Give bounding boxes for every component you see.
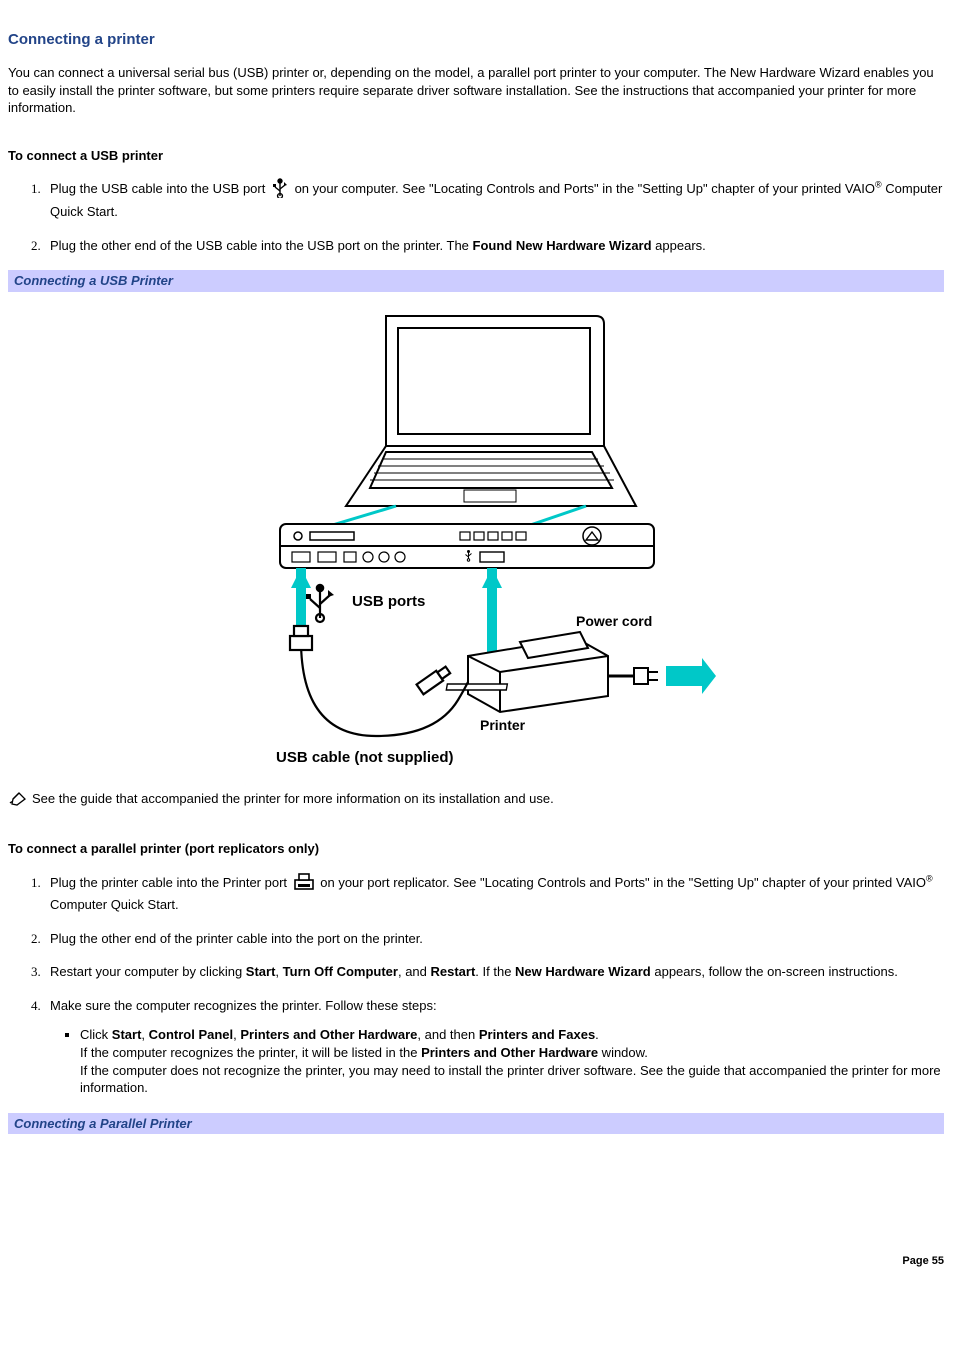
callout-usb-printer: Connecting a USB Printer — [8, 270, 944, 292]
step-text: , — [275, 964, 282, 979]
step-text: Restart your computer by clicking — [50, 964, 246, 979]
bold: Restart — [431, 964, 476, 979]
step-text: on your port replicator. See "Locating C… — [317, 875, 926, 890]
printer-port-icon — [293, 872, 315, 897]
usb-printer-figure: USB ports Power cord Printer — [8, 306, 944, 766]
usb-steps-list: Plug the USB cable into the USB port on … — [36, 178, 944, 254]
usb-subheading: To connect a USB printer — [8, 147, 944, 165]
t: Click — [80, 1027, 112, 1042]
step-text: , and — [398, 964, 431, 979]
callout-parallel-printer: Connecting a Parallel Printer — [8, 1113, 944, 1135]
bold: Control Panel — [149, 1027, 234, 1042]
bold: Printers and Other Hardware — [421, 1045, 598, 1060]
t: . — [595, 1027, 599, 1042]
parallel-step-3: Restart your computer by clicking Start,… — [44, 963, 944, 981]
fig-label-usb-ports: USB ports — [352, 593, 425, 610]
parallel-substep-1: Click Start, Control Panel, Printers and… — [80, 1026, 944, 1096]
bold: New Hardware Wizard — [515, 964, 651, 979]
parallel-substeps: Click Start, Control Panel, Printers and… — [80, 1026, 944, 1096]
parallel-step-2: Plug the other end of the printer cable … — [44, 930, 944, 948]
t: , — [141, 1027, 148, 1042]
step-text: Computer Quick Start. — [50, 897, 179, 912]
note-text: See the guide that accompanied the print… — [32, 791, 554, 806]
bold: Printers and Other Hardware — [240, 1027, 417, 1042]
bold: Turn Off Computer — [283, 964, 398, 979]
parallel-subheading: To connect a parallel printer (port repl… — [8, 840, 944, 858]
note-line: See the guide that accompanied the print… — [8, 790, 944, 811]
note-pencil-icon — [8, 790, 28, 811]
fig-label-printer: Printer — [480, 717, 526, 733]
t: , and then — [417, 1027, 478, 1042]
step-text: Make sure the computer recognizes the pr… — [50, 998, 437, 1013]
parallel-step-4: Make sure the computer recognizes the pr… — [44, 997, 944, 1097]
page-number: Page 55 — [8, 1254, 944, 1269]
step-text: Plug the USB cable into the USB port — [50, 181, 269, 196]
fig-label-usb-cable: USB cable (not supplied) — [276, 749, 454, 766]
t: window. — [598, 1045, 648, 1060]
intro-paragraph: You can connect a universal serial bus (… — [8, 64, 944, 117]
fig-label-power-cord: Power cord — [576, 613, 652, 629]
bold: Printers and Faxes — [479, 1027, 595, 1042]
step-text: Plug the printer cable into the Printer … — [50, 875, 291, 890]
found-wizard-bold: Found New Hardware Wizard — [473, 238, 652, 253]
registered-mark: ® — [926, 873, 933, 883]
usb-step-1: Plug the USB cable into the USB port on … — [44, 178, 944, 220]
registered-mark: ® — [875, 180, 882, 190]
step-text: appears, follow the on-screen instructio… — [651, 964, 898, 979]
step-text: on your computer. See "Locating Controls… — [291, 181, 875, 196]
parallel-step-1: Plug the printer cable into the Printer … — [44, 872, 944, 914]
t: If the computer recognizes the printer, … — [80, 1045, 421, 1060]
section-title: Connecting a printer — [8, 30, 944, 50]
step-text: Plug the other end of the USB cable into… — [50, 238, 473, 253]
parallel-steps-list: Plug the printer cable into the Printer … — [36, 872, 944, 1097]
bold: Start — [112, 1027, 142, 1042]
usb-trident-icon — [271, 178, 289, 203]
bold: Start — [246, 964, 276, 979]
t: If the computer does not recognize the p… — [80, 1063, 941, 1096]
usb-step-2: Plug the other end of the USB cable into… — [44, 237, 944, 255]
step-text: . If the — [475, 964, 515, 979]
step-text: appears. — [652, 238, 706, 253]
